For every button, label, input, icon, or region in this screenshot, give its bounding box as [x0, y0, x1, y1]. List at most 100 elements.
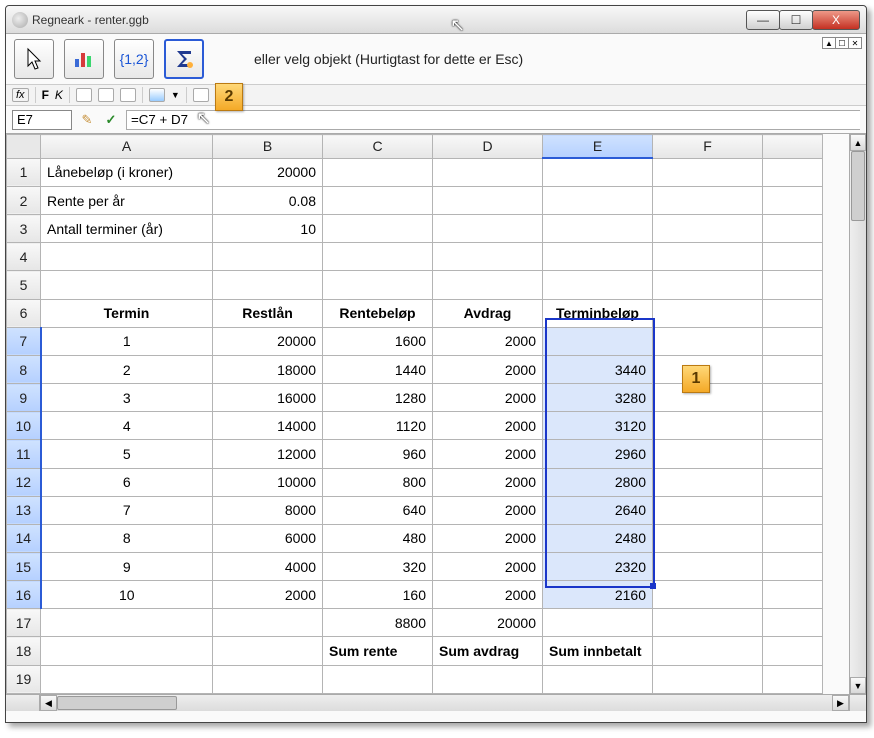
cell[interactable]: 3440: [543, 355, 653, 383]
cell[interactable]: 3120: [543, 412, 653, 440]
edit-icon[interactable]: ✎: [78, 111, 96, 129]
row-header[interactable]: 19: [7, 665, 41, 693]
cell[interactable]: 8000: [213, 496, 323, 524]
cell[interactable]: [213, 609, 323, 637]
cell[interactable]: [323, 186, 433, 214]
cell[interactable]: [763, 581, 823, 609]
cell[interactable]: [653, 553, 763, 581]
cell[interactable]: 6: [41, 468, 213, 496]
cell[interactable]: Sum rente: [323, 637, 433, 665]
row-header[interactable]: 9: [7, 384, 41, 412]
scroll-right-icon[interactable]: ▶: [832, 695, 849, 711]
spreadsheet[interactable]: A B C D E F 1 Lånebeløp (i kroner) 20000…: [6, 134, 823, 694]
cell[interactable]: [543, 243, 653, 271]
cell[interactable]: 2160: [543, 581, 653, 609]
scroll-thumb[interactable]: [57, 696, 177, 710]
cell[interactable]: [653, 609, 763, 637]
cell[interactable]: [763, 215, 823, 243]
scroll-track[interactable]: [850, 151, 866, 677]
cell[interactable]: [653, 412, 763, 440]
cell[interactable]: 800: [323, 468, 433, 496]
cell[interactable]: Rentebeløp: [323, 299, 433, 327]
cell[interactable]: 5: [41, 440, 213, 468]
cell[interactable]: [653, 496, 763, 524]
col-header-c[interactable]: C: [323, 135, 433, 159]
cell[interactable]: Sum innbetalt: [543, 637, 653, 665]
cell[interactable]: [213, 665, 323, 693]
cell[interactable]: 2000: [433, 327, 543, 355]
cell[interactable]: [433, 665, 543, 693]
cell[interactable]: 1440: [323, 355, 433, 383]
cell[interactable]: [433, 271, 543, 299]
cell[interactable]: 20000: [433, 609, 543, 637]
row-header[interactable]: 4: [7, 243, 41, 271]
row-header[interactable]: 11: [7, 440, 41, 468]
cell[interactable]: 8800: [323, 609, 433, 637]
cell[interactable]: [763, 412, 823, 440]
cell[interactable]: [763, 553, 823, 581]
cell[interactable]: [763, 271, 823, 299]
close-button[interactable]: X: [812, 10, 860, 30]
cell[interactable]: [653, 186, 763, 214]
cell[interactable]: [543, 609, 653, 637]
maximize-button[interactable]: ☐: [779, 10, 813, 30]
col-header-d[interactable]: D: [433, 135, 543, 159]
cell[interactable]: 4000: [213, 553, 323, 581]
cell[interactable]: 4: [41, 412, 213, 440]
cell[interactable]: [323, 215, 433, 243]
cell[interactable]: [653, 327, 763, 355]
align-left-button[interactable]: [76, 88, 92, 102]
cell[interactable]: Termin: [41, 299, 213, 327]
cell[interactable]: 8: [41, 524, 213, 552]
cell[interactable]: 2000: [433, 496, 543, 524]
cell[interactable]: [543, 158, 653, 186]
align-right-button[interactable]: [120, 88, 136, 102]
cell[interactable]: [543, 271, 653, 299]
accept-icon[interactable]: ✓: [102, 111, 120, 129]
cell[interactable]: Antall terminer (år): [41, 215, 213, 243]
cell[interactable]: 2000: [433, 384, 543, 412]
row-header[interactable]: 14: [7, 524, 41, 552]
cell[interactable]: [763, 609, 823, 637]
col-header-f[interactable]: F: [653, 135, 763, 159]
cell[interactable]: [763, 440, 823, 468]
cell[interactable]: [323, 271, 433, 299]
cell[interactable]: 2320: [543, 553, 653, 581]
scroll-thumb[interactable]: [851, 151, 865, 221]
row-header[interactable]: 3: [7, 215, 41, 243]
row-header[interactable]: 7: [7, 327, 41, 355]
cell[interactable]: [323, 243, 433, 271]
col-header-a[interactable]: A: [41, 135, 213, 159]
cell[interactable]: [653, 243, 763, 271]
cell[interactable]: [763, 384, 823, 412]
scroll-track[interactable]: [57, 695, 832, 711]
cell[interactable]: [653, 440, 763, 468]
scroll-left-icon[interactable]: ◀: [40, 695, 57, 711]
vertical-scrollbar[interactable]: ▲ ▼: [849, 134, 866, 694]
scroll-up-icon[interactable]: ▲: [850, 134, 866, 151]
cell[interactable]: 2640: [543, 496, 653, 524]
cell[interactable]: [653, 524, 763, 552]
row-header[interactable]: 8: [7, 355, 41, 383]
cell[interactable]: 640: [323, 496, 433, 524]
cell[interactable]: Restlån: [213, 299, 323, 327]
cell[interactable]: [763, 158, 823, 186]
cell[interactable]: [653, 299, 763, 327]
cell[interactable]: [653, 468, 763, 496]
horizontal-scrollbar[interactable]: ◀ ▶: [6, 694, 866, 711]
row-header[interactable]: 17: [7, 609, 41, 637]
move-tool-button[interactable]: [14, 39, 54, 79]
cell[interactable]: [433, 215, 543, 243]
row-header[interactable]: 5: [7, 271, 41, 299]
row-header[interactable]: 12: [7, 468, 41, 496]
cell[interactable]: 1120: [323, 412, 433, 440]
cell[interactable]: [213, 243, 323, 271]
cell[interactable]: 7: [41, 496, 213, 524]
cell[interactable]: [323, 665, 433, 693]
align-center-button[interactable]: [98, 88, 114, 102]
cell[interactable]: [41, 271, 213, 299]
cell[interactable]: 10: [213, 215, 323, 243]
cell[interactable]: 9: [41, 553, 213, 581]
row-header[interactable]: 18: [7, 637, 41, 665]
chart-tool-button[interactable]: [64, 39, 104, 79]
